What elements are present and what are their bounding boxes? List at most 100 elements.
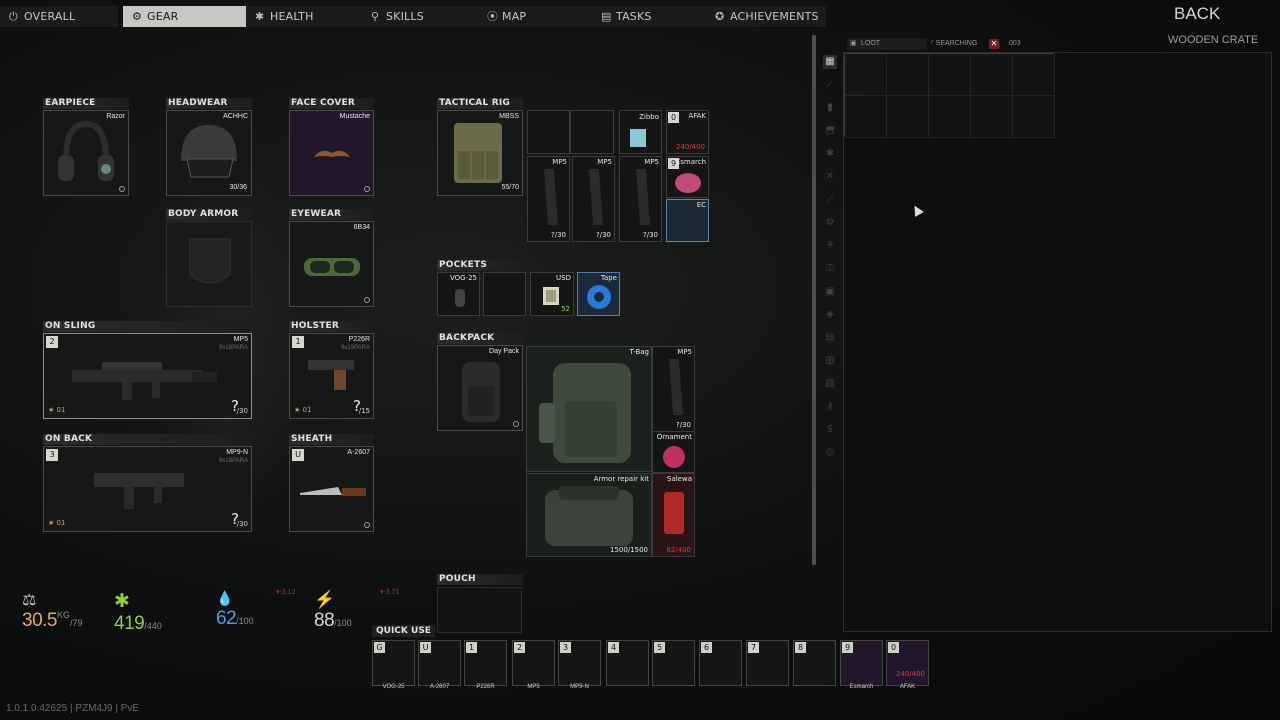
quick-slot-label: MP9-N (570, 684, 589, 690)
loot-cell[interactable] (1013, 96, 1055, 138)
loot-cell[interactable] (887, 96, 929, 138)
backpack-item-armor-repair-kit[interactable]: Armor repair kit 1500/1500 (526, 473, 652, 557)
backpack-slot[interactable]: Day Pack (437, 345, 523, 431)
filter-money-icon[interactable]: $ (823, 423, 837, 437)
loot-tab[interactable]: ▣ LOOT (847, 38, 927, 50)
magazine-icon (669, 359, 683, 415)
tab-tasks[interactable]: ▤ TASKS (592, 6, 708, 27)
rig-item-zibbo[interactable]: Zibbo (619, 110, 662, 154)
filter-special-icon[interactable]: ⚷ (823, 400, 837, 414)
rig-cell-empty[interactable] (527, 110, 570, 154)
on-back-slot[interactable]: 3 MP9-N 9x19PARA ★ 01 ? /30 (43, 446, 252, 532)
pocket-item-usd[interactable]: USD 52 (530, 272, 574, 316)
sheath-slot[interactable]: U A-2607 (289, 446, 374, 532)
quick-slot-key: 4 (608, 642, 619, 653)
quick-slot-key: 3 (560, 642, 571, 653)
earpiece-slot[interactable]: Razor (43, 110, 129, 196)
filter-barter-icon[interactable]: ◈ (823, 308, 837, 322)
filter-containers-icon[interactable]: ▣ (823, 285, 837, 299)
mustache-icon (314, 150, 350, 157)
back-button[interactable]: BACK (1174, 4, 1220, 24)
filter-weapons-icon[interactable]: ⟋ (823, 78, 837, 92)
quick-slot-7[interactable]: 7 (746, 640, 789, 686)
energy-bolt-icon: ⚡ (314, 590, 336, 609)
quick-slot-U[interactable]: U (418, 640, 461, 686)
rig-item-afak[interactable]: 0 AFAK 240/400 (666, 110, 709, 154)
rig-item-mp5-mag[interactable]: MP5 ?/30 (619, 156, 662, 242)
filter-armor-icon[interactable]: ▤ (823, 331, 837, 345)
backpack-item-mp5-mag[interactable]: MP5 ?/30 (652, 346, 695, 432)
filter-maps-icon[interactable]: ▧ (823, 377, 837, 391)
tab-gear[interactable]: ⚙ GEAR (123, 6, 251, 27)
quick-slot-3[interactable]: 3 (558, 640, 601, 686)
backpack-item-ornament[interactable]: Ornament (652, 431, 695, 473)
quick-slot-0[interactable]: 0 240/400 (886, 640, 929, 686)
filter-tools-icon[interactable]: ✕ (823, 170, 837, 184)
face-cover-slot[interactable]: Mustache (289, 110, 374, 196)
backpack-item-salewa[interactable]: Salewa 82/400 (652, 473, 695, 557)
lighter-icon (630, 129, 646, 147)
filter-melee-icon[interactable]: ⟋ (823, 193, 837, 207)
quick-slot-1[interactable]: 1 (464, 640, 507, 686)
holster-slot[interactable]: 1 P226R 9x19PARA ★ 01 ? /15 (289, 333, 374, 419)
person-icon: ⏻ (9, 10, 18, 23)
headwear-slot[interactable]: ACHHC 30/36 (166, 110, 252, 196)
quick-slot-6[interactable]: 6 (699, 640, 742, 686)
mod-star-icon: ★ 01 (294, 406, 312, 414)
quick-slot-9[interactable]: 9 (840, 640, 883, 686)
filter-medical-icon[interactable]: ✱ (823, 147, 837, 161)
loot-cell[interactable] (1013, 54, 1055, 96)
slot-title-pouch: POUCH (437, 574, 523, 585)
loot-grid[interactable] (844, 53, 1055, 138)
loot-cell[interactable] (971, 54, 1013, 96)
filter-mods-icon[interactable]: ⬒ (823, 124, 837, 138)
rig-item-mp5-mag[interactable]: MP5 ?/30 (572, 156, 615, 242)
filter-info-icon[interactable]: ▥ (823, 354, 837, 368)
quick-slot-G[interactable]: G (372, 640, 415, 686)
inventory-scrollbar[interactable] (812, 35, 816, 565)
helmet-icon (181, 125, 237, 178)
weight-stat: ⚖ 30.5KG/79 (22, 592, 83, 631)
cancel-search-button[interactable]: ✕ (989, 39, 999, 49)
pocket-slot-empty[interactable] (483, 272, 526, 316)
mod-star-icon: ★ 01 (48, 519, 66, 527)
tactical-rig-slot[interactable]: MBSS 55/70 (437, 110, 523, 196)
filter-food-icon[interactable]: ⚘ (823, 239, 837, 253)
on-sling-slot[interactable]: 2 MP5 9x19PARA ★ 01 ? /30 (43, 333, 252, 419)
pocket-item-vog25[interactable]: VOG-25 (437, 272, 480, 316)
tab-map[interactable]: ⦿ MAP (478, 6, 592, 27)
check-icon (119, 186, 125, 192)
tab-achievements[interactable]: ✪ ACHIEVEMENTS (706, 6, 826, 27)
loot-cell[interactable] (929, 54, 971, 96)
tab-overall[interactable]: ⏻ OVERALL (0, 6, 118, 27)
loot-cell[interactable] (929, 96, 971, 138)
loot-cell[interactable] (845, 54, 887, 96)
filter-keys-icon[interactable]: ⚿ (823, 262, 837, 276)
tab-health[interactable]: ✱ HEALTH (246, 6, 364, 27)
tab-skills[interactable]: ⚲ SKILLS (362, 6, 478, 27)
rig-item-esmarch[interactable]: 9 Esmarch (666, 156, 709, 198)
slot-title-headwear: HEADWEAR (166, 98, 252, 109)
rig-cell-empty[interactable] (570, 110, 614, 154)
rig-item-ec[interactable]: EC (666, 199, 709, 242)
rig-item-mp5-mag[interactable]: MP5 ?/30 (527, 156, 570, 242)
filter-other-icon[interactable]: ◎ (823, 446, 837, 460)
quick-slot-8[interactable]: 8 (793, 640, 836, 686)
body-armor-slot[interactable] (166, 221, 252, 307)
eyewear-slot[interactable]: 6B34 (289, 221, 374, 307)
pouch-slot[interactable] (437, 587, 522, 633)
pocket-item-tape[interactable]: Tape (577, 272, 620, 316)
quick-slot-5[interactable]: 5 (652, 640, 695, 686)
ornament-icon (663, 446, 685, 468)
gear-icon: ⚙ (132, 10, 143, 23)
loot-cell[interactable] (887, 54, 929, 96)
filter-ammo-icon[interactable]: ▮ (823, 101, 837, 115)
backpack-item-tbag[interactable]: T-Bag (526, 346, 652, 472)
quick-slot-2[interactable]: 2 (512, 640, 555, 686)
filter-all-icon[interactable]: ▦ (823, 55, 837, 69)
filter-gear-icon[interactable]: ⚙ (823, 216, 837, 230)
loot-cell[interactable] (845, 96, 887, 138)
quick-slot-4[interactable]: 4 (606, 640, 649, 686)
loot-cell[interactable] (971, 96, 1013, 138)
quick-slot-key: 8 (795, 642, 806, 653)
